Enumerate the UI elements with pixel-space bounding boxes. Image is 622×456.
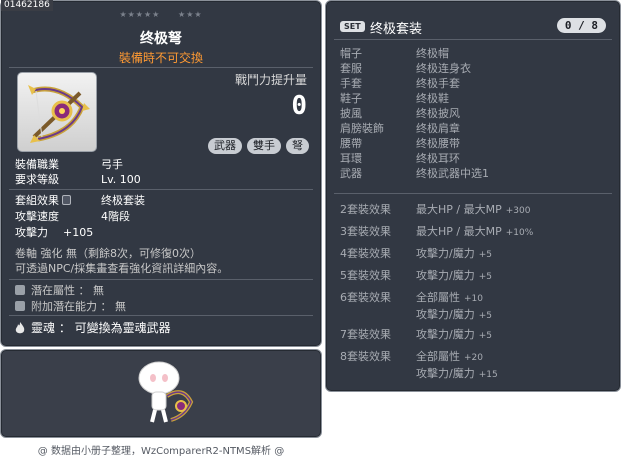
set-bonus-line: 攻擊力/魔力 +5 (416, 247, 492, 260)
enhance-line: 卷軸 強化 無（剩餘8次，可修復0次） (15, 247, 201, 260)
attack-row: 攻擊力 +105 (15, 226, 94, 239)
set-badge: SET (340, 21, 365, 32)
set-tooltip-panel: SET 终极套装 0 / 8 帽子 终极帽套服 终极连身衣 手套 终极手套 鞋子 终极鞋披風… (325, 0, 621, 392)
set-bonus-line: 攻擊力/魔力 +15 (416, 367, 498, 380)
set-part-row: 耳環 终极耳环 (340, 152, 460, 165)
potential-row: 潛在屬性 ： 無 (15, 284, 104, 298)
set-part-row: 武器 终极武器中选1 (340, 167, 489, 180)
divider (334, 193, 612, 194)
tag-weapon: 武器 (208, 138, 242, 154)
set-title: 终极套装 (370, 22, 423, 37)
tag-two-handed: 雙手 (247, 138, 281, 154)
set-part-row: 套服 终极连身衣 (340, 62, 471, 75)
soul-row: 靈魂 ： 可變換為靈魂武器 (15, 319, 171, 336)
set-part-row: 披風 终极披风 (340, 107, 460, 120)
stars-left: ★★★★★ (119, 10, 161, 19)
tag-crossbow: 弩 (286, 138, 309, 154)
item-id-label: 01462186 (1, 0, 53, 11)
item-title: 终极弩 (140, 31, 182, 47)
set-info-icon[interactable] (62, 195, 71, 205)
set-bonus-line: 全部屬性 +20 (416, 350, 483, 363)
set-bonus-line: 最大HP / 最大MP +300 (416, 203, 531, 216)
set-part-row: 鞋子 终极鞋 (340, 92, 449, 105)
set-bonus-line: 最大HP / 最大MP +10% (416, 225, 534, 238)
combat-power-label: 戰鬥力提升量 (234, 73, 307, 87)
bonus-potential-row: 附加潛在能力 ： 無 (15, 300, 126, 314)
set-bonus-line: 全部屬性 +10 (416, 291, 483, 304)
star-force-bar: ★★★★★ ★★★ (1, 10, 321, 19)
set-bonus-row: 2套裝效果 最大HP / 最大MP +300 (340, 202, 530, 219)
divider (9, 67, 313, 68)
crossbow-icon (28, 85, 90, 143)
character-avatar (138, 361, 194, 423)
set-count-badge: 0 / 8 (556, 18, 606, 33)
set-part-row: 手套 终极手套 (340, 77, 460, 90)
attack-speed-row: 攻擊速度 4階段 (15, 210, 130, 223)
divider (9, 315, 313, 316)
divider (9, 279, 313, 280)
set-bonus-line: 攻擊力/魔力 +5 (416, 308, 492, 321)
set-effect-row: 套組效果 终极套装 (15, 194, 145, 207)
item-tags: 武器 雙手 弩 (208, 138, 309, 154)
divider (9, 189, 313, 190)
equip-job-row: 裝備職業 弓手 (15, 158, 123, 171)
required-level-row: 要求等級 Lv. 100 (15, 173, 141, 186)
set-part-row: 腰帶 终极腰带 (340, 137, 460, 150)
set-bonus-row: 8套裝效果 全部屬性 +20 攻擊力/魔力 +15 (340, 349, 498, 383)
stars-right: ★★★ (178, 10, 203, 19)
combat-power-value: 0 (291, 91, 307, 121)
enhance-info-line: 可透過NPC/採集畫查看強化資訊詳細內容。 (15, 262, 229, 275)
set-bonus-row: 7套裝效果 攻擊力/魔力 +5 (340, 327, 492, 344)
bonus-potential-icon (15, 301, 25, 311)
character-preview-panel (0, 349, 322, 438)
item-icon-frame (17, 72, 97, 152)
trade-note: 裝備時不可交換 (118, 51, 203, 65)
set-bonus-line: 攻擊力/魔力 +5 (416, 328, 492, 341)
set-bonus-row: 6套裝效果 全部屬性 +10 攻擊力/魔力 +5 (340, 290, 492, 324)
set-bonus-row: 5套裝效果 攻擊力/魔力 +5 (340, 268, 492, 285)
set-bonus-line: 攻擊力/魔力 +5 (416, 269, 492, 282)
set-bonus-row: 3套裝效果 最大HP / 最大MP +10% (340, 224, 533, 241)
footer-credit: @ 数据由小册子整理，WzComparerR2-NTMS解析 @ (37, 446, 285, 456)
item-tooltip-panel: ★★★★★ ★★★ 终极弩 裝備時不可交換 戰鬥力提升量 0 武器 雙手 弩 裝… (0, 0, 322, 347)
flame-icon (15, 322, 25, 334)
set-part-row: 肩膀裝飾 终极肩章 (340, 122, 460, 135)
divider (334, 39, 612, 40)
set-part-row: 帽子 终极帽 (340, 47, 449, 60)
potential-icon (15, 285, 25, 295)
set-bonus-row: 4套裝效果 攻擊力/魔力 +5 (340, 246, 492, 263)
